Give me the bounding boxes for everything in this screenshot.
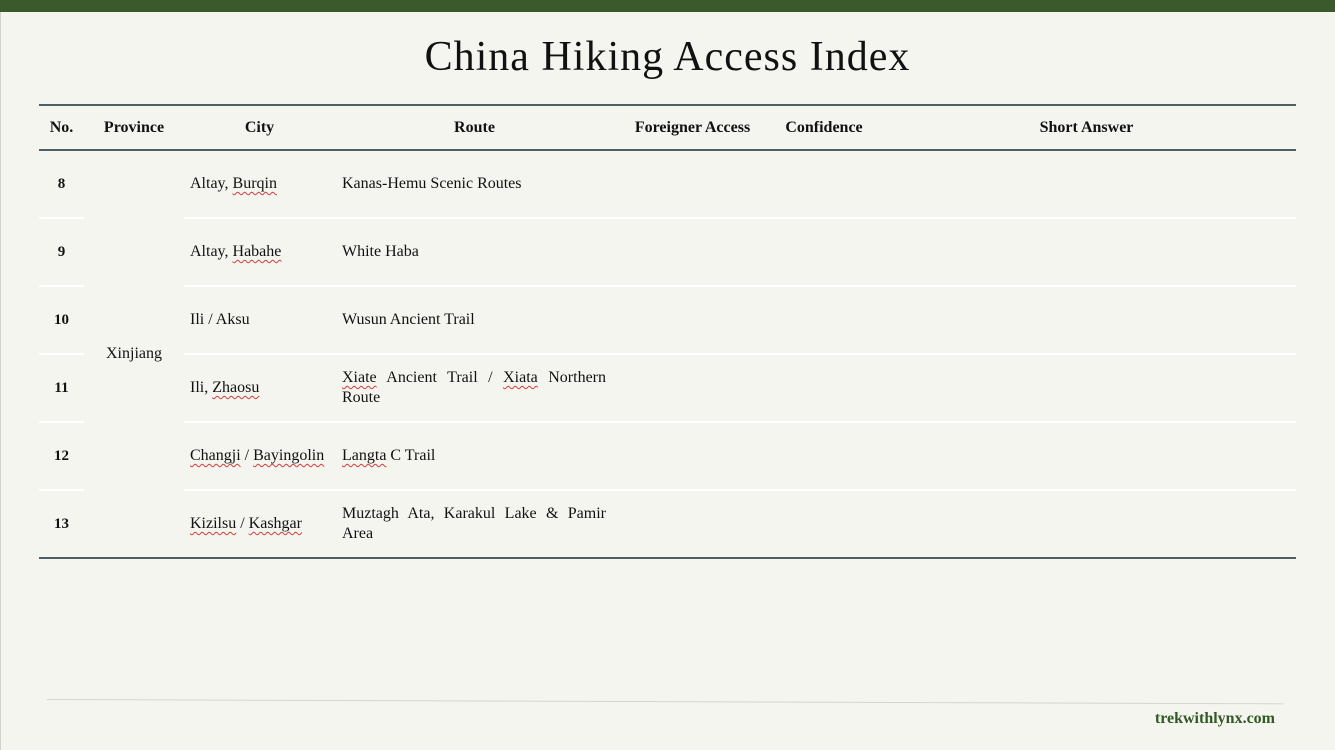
foreigner-access-cell: [614, 150, 771, 219]
city-text-flagged: Changji: [190, 447, 241, 464]
header-province: Province: [84, 104, 184, 151]
route-cell: Muztagh Ata, Karakul Lake & Pamir Area: [335, 490, 614, 559]
province-cell: Xinjiang: [84, 150, 184, 559]
city-cell: Kizilsu / Kashgar: [184, 490, 335, 559]
route-text-flagged: Langta: [342, 447, 387, 464]
route-text-flagged: Xiate: [342, 369, 377, 386]
city-text-flagged: Habahe: [232, 243, 282, 260]
short-answer-cell: [877, 218, 1296, 287]
confidence-cell: [771, 150, 877, 219]
table-row: 13 Kizilsu / Kashgar Muztagh Ata, Karaku…: [39, 490, 1296, 559]
row-number: 8: [39, 150, 84, 219]
table-row: 11 Ili, Zhaosu Xiate Ancient Trail / Xia…: [39, 354, 1296, 423]
foreigner-access-cell: [614, 490, 771, 559]
table-row: 8 Xinjiang Altay, Burqin Kanas-Hemu Scen…: [39, 150, 1296, 559]
city-text: Altay,: [190, 175, 233, 192]
header-no: No.: [39, 104, 84, 151]
city-text-flagged: Burqin: [232, 175, 277, 192]
city-text: Ili,: [190, 379, 213, 396]
table-row: 10 Ili / Aksu Wusun Ancient Trail: [39, 286, 1296, 355]
city-cell: Ili / Aksu: [184, 286, 335, 355]
top-accent-bar: [0, 0, 1335, 12]
row-number: 9: [39, 218, 84, 287]
route-cell: White Haba: [335, 218, 614, 287]
route-text-flagged: Xiata: [503, 369, 538, 386]
confidence-cell: [771, 422, 877, 491]
city-text-flagged: Kizilsu: [190, 515, 237, 532]
row-number: 12: [39, 422, 84, 491]
city-text: /: [240, 447, 254, 464]
foreigner-access-cell: [614, 422, 771, 491]
header-route: Route: [335, 104, 614, 151]
confidence-cell: [771, 286, 877, 355]
route-cell: Langta C Trail: [335, 422, 614, 491]
route-text: C Trail: [386, 447, 436, 464]
short-answer-cell: [877, 150, 1296, 219]
city-text: /: [236, 515, 249, 532]
row-number: 13: [39, 490, 84, 559]
city-text-flagged: Zhaosu: [212, 379, 260, 396]
route-cell: Wusun Ancient Trail: [335, 286, 614, 355]
header-foreigner-access: Foreigner Access: [614, 104, 771, 151]
route-cell: Kanas-Hemu Scenic Routes: [335, 150, 614, 219]
route-text: Ancient Trail /: [376, 369, 504, 386]
city-text-flagged: Bayingolin: [253, 447, 325, 464]
row-number: 10: [39, 286, 84, 355]
hiking-access-table: No. Province City Route Foreigner Access…: [39, 104, 1296, 559]
short-answer-cell: [877, 422, 1296, 491]
header-short-answer: Short Answer: [877, 104, 1296, 151]
short-answer-cell: [877, 490, 1296, 559]
city-cell: Altay, Habahe: [184, 218, 335, 287]
table-row: 12 Changji / Bayingolin Langta C Trail: [39, 422, 1296, 491]
footer-divider: [46, 699, 1284, 705]
confidence-cell: [771, 490, 877, 559]
route-cell: Xiate Ancient Trail / Xiata Northern Rou…: [335, 354, 614, 423]
city-cell: Changji / Bayingolin: [184, 422, 335, 491]
foreigner-access-cell: [614, 286, 771, 355]
page-title: China Hiking Access Index: [424, 34, 911, 80]
city-text-flagged: Kashgar: [248, 515, 302, 532]
foreigner-access-cell: [614, 218, 771, 287]
city-text: Altay,: [190, 243, 233, 260]
confidence-cell: [771, 218, 877, 287]
short-answer-cell: [877, 286, 1296, 355]
slide-left-edge: [0, 12, 1, 750]
city-cell: Ili, Zhaosu: [184, 354, 335, 423]
short-answer-cell: [877, 354, 1296, 423]
table-header-row: No. Province City Route Foreigner Access…: [39, 104, 1296, 151]
header-city: City: [184, 104, 335, 151]
foreigner-access-cell: [614, 354, 771, 423]
confidence-cell: [771, 354, 877, 423]
city-cell: Altay, Burqin: [184, 150, 335, 219]
footer-brand: trekwithlynx.com: [1154, 710, 1275, 727]
table-row: 9 Altay, Habahe White Haba: [39, 218, 1296, 287]
row-number: 11: [39, 354, 84, 423]
header-confidence: Confidence: [771, 104, 877, 151]
